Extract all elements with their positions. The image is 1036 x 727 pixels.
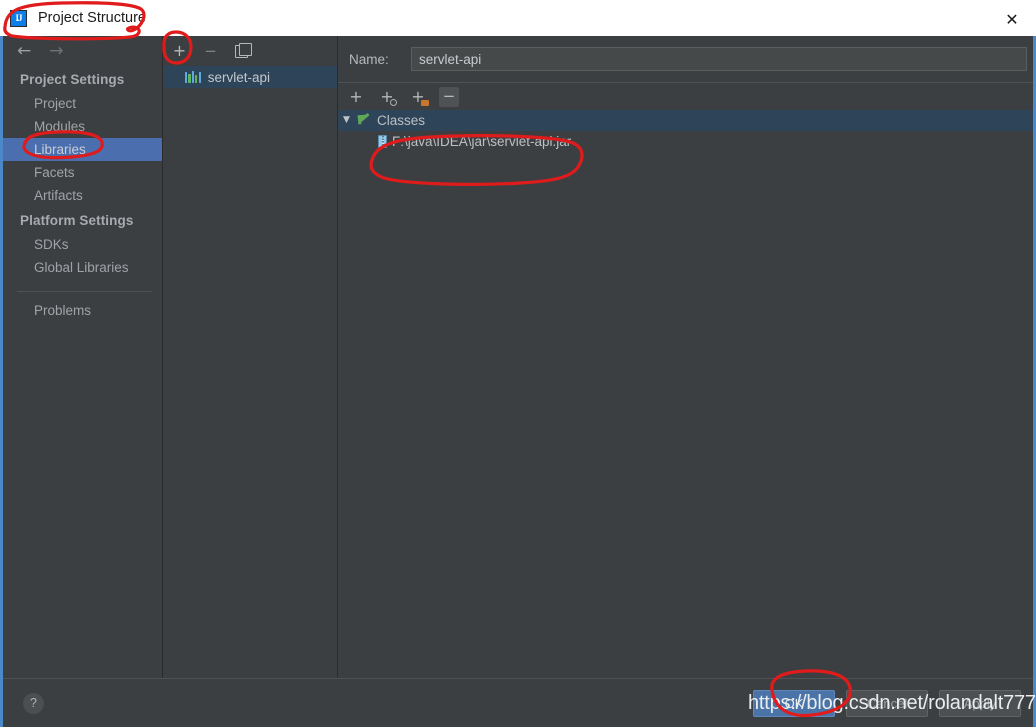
cancel-button[interactable]: Cancel (846, 689, 928, 717)
name-input[interactable] (411, 47, 1027, 71)
library-icon (185, 71, 201, 83)
action-buttons: OK Cancel Apply (753, 689, 1021, 717)
sidebar-item-artifacts[interactable]: Artifacts (3, 184, 162, 207)
close-icon[interactable]: ✕ (998, 9, 1026, 29)
settings-sidebar: ← → Project Settings Project Modules Lib… (3, 36, 162, 678)
list-item[interactable]: servlet-api (163, 66, 337, 88)
library-list-panel: + − servlet-api (162, 36, 337, 678)
folder-badge-icon (421, 99, 429, 106)
remove-library-icon[interactable]: − (202, 43, 219, 60)
sidebar-item-libraries[interactable]: Libraries (3, 138, 162, 161)
name-row: Name: (338, 36, 1033, 82)
window-title: Project Structure (38, 10, 146, 26)
dialog-button-bar: ? OK Cancel Apply (3, 678, 1033, 727)
add-library-icon[interactable]: + (171, 43, 188, 60)
intellij-logo-icon: IJ (10, 9, 27, 27)
remove-path-icon[interactable]: − (439, 86, 459, 107)
add-directory-icon[interactable]: + (408, 87, 429, 107)
jar-file-icon (378, 135, 387, 148)
tree-node-jar-label: F:\java\IDEA\jar\servlet-api.jar (392, 134, 572, 149)
navigation-arrows: ← → (3, 36, 162, 66)
sidebar-item-facets[interactable]: Facets (3, 161, 162, 184)
sidebar-group-project-settings: Project Settings (20, 72, 125, 87)
sidebar-item-problems[interactable]: Problems (3, 292, 162, 322)
tree-node-classes-label: Classes (377, 113, 426, 128)
apply-button[interactable]: Apply (939, 689, 1021, 717)
ok-button[interactable]: OK (753, 689, 835, 717)
library-detail-panel: Name: + + + − (337, 36, 1033, 678)
add-path-icon[interactable]: + (346, 87, 366, 107)
sidebar-group-platform-settings: Platform Settings (20, 213, 134, 228)
dialog-body: ← → Project Settings Project Modules Lib… (0, 36, 1036, 727)
sidebar-item-global-libraries[interactable]: Global Libraries (3, 256, 162, 279)
sidebar-item-sdks[interactable]: SDKs (3, 233, 162, 256)
copy-library-icon[interactable] (233, 42, 252, 60)
project-structure-dialog: IJ Project Structure ✕ ← → Project Setti… (0, 0, 1036, 727)
classes-root-icon (358, 114, 372, 127)
library-toolbar: + − (163, 36, 337, 66)
help-button[interactable]: ? (23, 692, 44, 714)
sidebar-item-modules[interactable]: Modules (3, 115, 162, 138)
chevron-down-icon[interactable]: ▼ (343, 116, 353, 125)
back-arrow-icon[interactable]: ← (17, 42, 31, 60)
globe-badge-icon (390, 98, 397, 106)
sidebar-item-project[interactable]: Project (3, 92, 162, 115)
add-url-icon[interactable]: + (377, 87, 397, 107)
intellij-logo-text: IJ (11, 10, 26, 26)
name-label: Name: (349, 51, 389, 67)
forward-arrow-icon[interactable]: → (49, 42, 63, 60)
tree-node-classes[interactable]: ▼ Classes (338, 110, 1033, 131)
classes-toolbar: + + + − (338, 83, 1033, 110)
library-item-label: servlet-api (207, 69, 270, 85)
tree-node-jar[interactable]: F:\java\IDEA\jar\servlet-api.jar (338, 131, 1033, 152)
title-bar: IJ Project Structure ✕ (0, 0, 1036, 36)
